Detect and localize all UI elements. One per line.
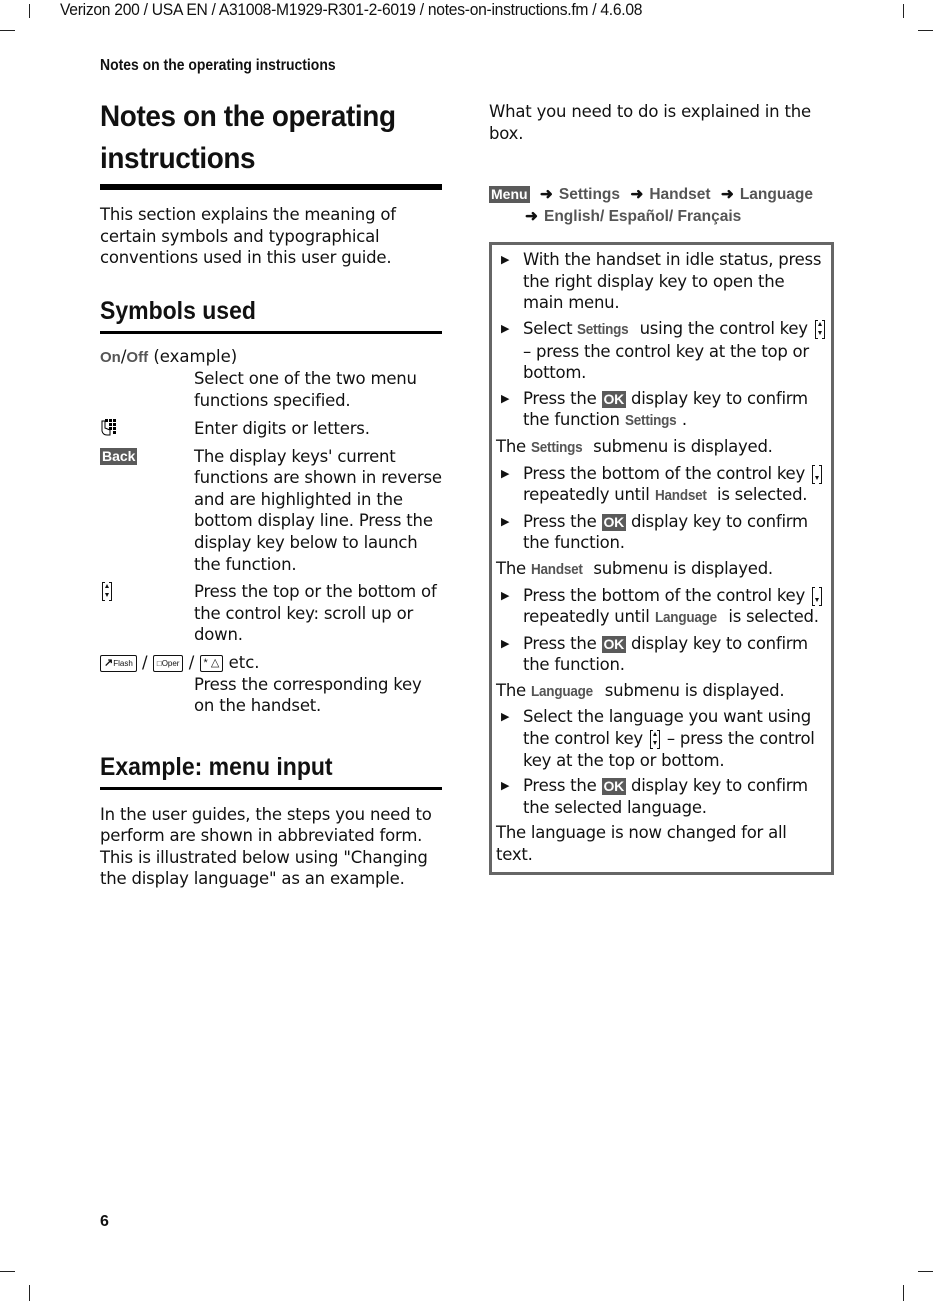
step: ▶ Select the language you want using the… <box>496 706 828 771</box>
star-key-icon: * △ <box>199 654 224 672</box>
step: ▶ Select Settings using the control key … <box>496 318 828 384</box>
path-options: English/ Español/ Français <box>544 208 742 226</box>
step: ▶ Press the OK display key to confirm th… <box>496 388 828 432</box>
arrow-icon: ➜ <box>525 208 538 226</box>
arrow-icon: ➜ <box>539 186 553 204</box>
arrow-icon: ➜ <box>720 186 734 204</box>
on-term: On <box>100 348 121 366</box>
ok-badge: OK <box>601 513 626 531</box>
box-intro: What you need to do is explained in the … <box>489 102 811 143</box>
final-note: The language is now changed for all text… <box>496 823 787 865</box>
bullet-triangle-icon: ▶ <box>501 710 510 724</box>
etc-suffix: etc. <box>228 652 260 672</box>
ok-badge: OK <box>601 635 626 653</box>
menu-badge: Menu <box>489 186 530 204</box>
symbol-desc: Enter digits or letters. <box>194 418 370 438</box>
handset-term: Handset <box>654 487 707 505</box>
crop-mark <box>29 4 30 18</box>
running-header: Verizon 200 / USA EN / A31008-M1929-R301… <box>60 0 643 19</box>
title-rule <box>100 184 442 190</box>
example-rule <box>100 786 442 790</box>
crop-mark <box>918 30 933 31</box>
control-key-icon <box>814 319 825 339</box>
step: ▶ With the handset in idle status, press… <box>496 249 828 314</box>
symbol-item-on-off: On/Off (example) Select one of the two m… <box>100 346 442 412</box>
bullet-triangle-icon: ▶ <box>501 253 510 267</box>
control-key-down-icon <box>811 464 822 484</box>
step: ▶ Press the bottom of the control key re… <box>496 585 828 629</box>
step: ▶ Press the OK display key to confirm th… <box>496 633 828 676</box>
symbol-item-handset-keys: ↗Flash / □Oper / * △ etc. Press the corr… <box>100 652 442 717</box>
ok-badge: OK <box>601 778 626 796</box>
settings-term: Settings <box>577 320 629 338</box>
example-paragraph: In the user guides, the steps you need t… <box>100 804 432 889</box>
note: The Handset submenu is displayed. <box>496 558 828 581</box>
ok-badge: OK <box>601 390 626 408</box>
instruction-box: ▶ With the handset in idle status, press… <box>489 242 834 875</box>
path-item-settings: Settings <box>558 186 621 204</box>
keypad-icon <box>101 418 116 436</box>
crop-mark <box>29 1285 30 1301</box>
control-key-down-icon <box>811 586 822 606</box>
control-key-icon <box>649 730 660 750</box>
step: ▶ Press the OK display key to confirm th… <box>496 775 828 818</box>
left-column: Notes on the operating instructions This… <box>100 96 442 890</box>
path-item-handset: Handset <box>649 186 711 204</box>
step: ▶ Press the bottom of the control key re… <box>496 463 828 507</box>
bullet-triangle-icon: ▶ <box>501 779 510 793</box>
settings-term: Settings <box>530 438 583 456</box>
settings-term: Settings <box>624 412 677 430</box>
symbol-desc: The display keys' current functions are … <box>194 446 442 574</box>
right-column: What you need to do is explained in the … <box>489 101 834 875</box>
page-title: Notes on the operating instructions <box>100 100 396 175</box>
separator: / <box>188 652 195 672</box>
intro-paragraph: This section explains the meaning of cer… <box>100 205 396 268</box>
crop-mark <box>0 30 15 31</box>
bullet-triangle-icon: ▶ <box>501 466 510 480</box>
language-term: Language <box>654 609 717 627</box>
page-header: Notes on the operating instructions <box>100 57 336 74</box>
back-badge: Back <box>100 447 138 465</box>
bullet-triangle-icon: ▶ <box>501 588 510 602</box>
bullet-triangle-icon: ▶ <box>501 514 510 528</box>
symbol-desc: Press the corresponding key on the hands… <box>194 674 422 716</box>
symbols-list: On / Off (example) Select one of the two m… <box>100 346 442 717</box>
example-heading: Example: menu input <box>100 752 333 781</box>
symbol-item-control-key: Press the top or the bottom of the contr… <box>100 581 442 646</box>
symbols-rule <box>100 330 442 334</box>
crop-mark <box>903 1285 904 1301</box>
oper-key-icon: □Oper <box>152 654 184 672</box>
step: ▶ Press the OK display key to confirm th… <box>496 511 828 554</box>
arrow-icon: ➜ <box>630 186 644 204</box>
symbol-desc: Select one of the two menu functions spe… <box>194 369 417 410</box>
menu-path: Menu ➜ Settings ➜ Handset ➜ Language ➜ Engli… <box>489 184 834 228</box>
note: The Language submenu is displayed. <box>496 680 828 703</box>
flash-key-icon: ↗Flash <box>100 654 137 672</box>
symbol-desc: Press the top or the bottom of the contr… <box>194 582 437 645</box>
control-key-icon <box>102 582 112 602</box>
bullet-triangle-icon: ▶ <box>501 636 510 650</box>
bullet-triangle-icon: ▶ <box>501 391 510 405</box>
symbol-item-display-key: Back The display keys' current functions… <box>100 446 442 576</box>
example-suffix: (example) <box>148 346 238 366</box>
note: The Settings submenu is displayed. <box>496 436 828 459</box>
crop-mark <box>0 1271 15 1272</box>
bullet-triangle-icon: ▶ <box>501 321 510 335</box>
page-number: 6 <box>100 1213 109 1230</box>
crop-mark <box>918 1271 933 1272</box>
language-term: Language <box>530 682 593 700</box>
off-term: Off <box>126 348 149 366</box>
symbols-heading: Symbols used <box>100 296 256 325</box>
path-item-language: Language <box>739 186 814 204</box>
separator: / <box>142 652 148 672</box>
crop-mark <box>903 4 904 18</box>
handset-term: Handset <box>530 560 583 578</box>
symbol-item-keypad: Enter digits or letters. <box>100 418 442 440</box>
